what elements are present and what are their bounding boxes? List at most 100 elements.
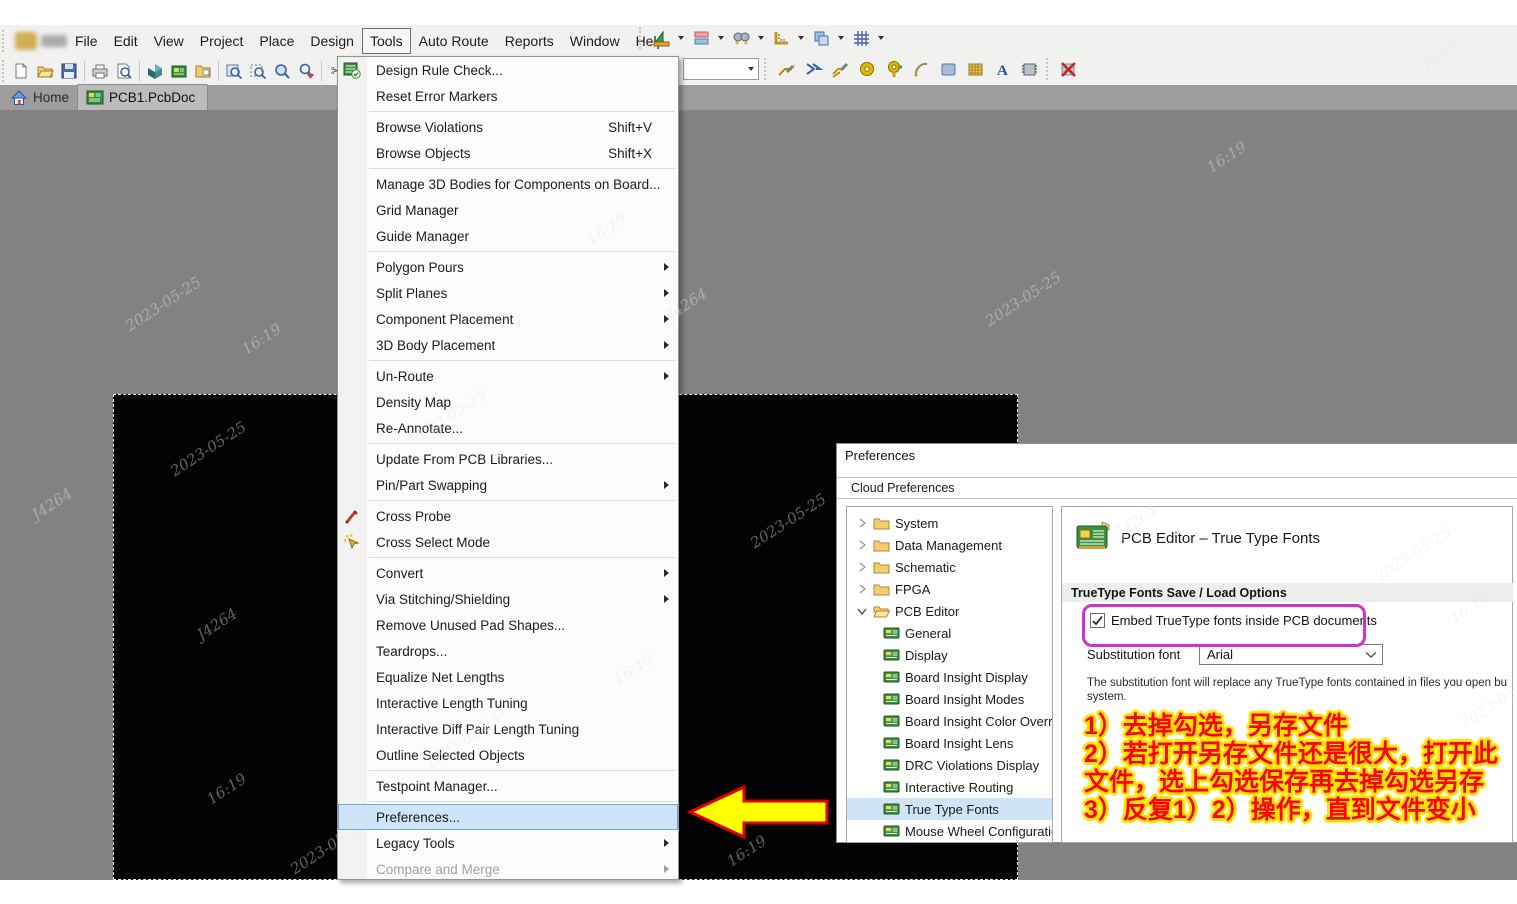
place-polygon-icon[interactable] bbox=[963, 58, 987, 80]
tree-item-general[interactable]: General bbox=[847, 622, 1053, 644]
union-tool-icon[interactable] bbox=[809, 27, 833, 49]
tree-item-mouse-wheel-configuration[interactable]: Mouse Wheel Configuration bbox=[847, 820, 1053, 842]
dimension-tool-icon[interactable] bbox=[769, 27, 793, 49]
place-pad-icon[interactable] bbox=[855, 58, 879, 80]
tree-item-fpga[interactable]: FPGA bbox=[847, 578, 1052, 600]
menu-item-update-from-pcb-libraries[interactable]: Update From PCB Libraries... bbox=[338, 446, 678, 472]
union-dropdown-caret[interactable] bbox=[838, 36, 844, 40]
menu-item-reset-error-markers[interactable]: Reset Error Markers bbox=[338, 83, 678, 109]
grid-dropdown-caret[interactable] bbox=[878, 36, 884, 40]
tree-item-interactive-routing[interactable]: Interactive Routing bbox=[847, 776, 1053, 798]
menu-item-cross-probe[interactable]: Cross Probe bbox=[338, 503, 678, 529]
grid-tool-icon[interactable] bbox=[849, 27, 873, 49]
pcb-board-icon[interactable] bbox=[167, 60, 191, 82]
diff-pair-routing-icon[interactable] bbox=[801, 58, 825, 80]
cloud-preferences-bar[interactable]: Cloud Preferences bbox=[837, 477, 1517, 499]
collapsed-chevron-icon[interactable] bbox=[855, 560, 869, 574]
save-icon[interactable] bbox=[57, 60, 81, 82]
place-fill-icon[interactable] bbox=[936, 58, 960, 80]
menu-item-legacy-tools[interactable]: Legacy Tools bbox=[338, 830, 678, 856]
print-preview-icon[interactable] bbox=[112, 60, 136, 82]
menu-file[interactable]: File bbox=[67, 28, 106, 54]
tree-item-display[interactable]: Display bbox=[847, 644, 1053, 666]
tree-item-schematic[interactable]: Schematic bbox=[847, 556, 1052, 578]
multi-routing-icon[interactable] bbox=[828, 58, 852, 80]
menu-item-3d-body-placement[interactable]: 3D Body Placement bbox=[338, 332, 678, 358]
tree-item-data-management[interactable]: Data Management bbox=[847, 534, 1052, 556]
menu-item-density-map[interactable]: Density Map bbox=[338, 389, 678, 415]
tree-item-system[interactable]: System bbox=[847, 512, 1052, 534]
menu-item-manage-3d-bodies[interactable]: Manage 3D Bodies for Components on Board… bbox=[338, 171, 678, 197]
tree-item-board-insight-modes[interactable]: Board Insight Modes bbox=[847, 688, 1053, 710]
menu-item-grid-manager[interactable]: Grid Manager bbox=[338, 197, 678, 223]
place-string-icon[interactable]: A bbox=[990, 58, 1014, 80]
menu-item-re-annotate[interactable]: Re-Annotate... bbox=[338, 415, 678, 441]
measure-dropdown-caret[interactable] bbox=[678, 36, 684, 40]
menu-item-outline-selected-objects[interactable]: Outline Selected Objects bbox=[338, 742, 678, 768]
menu-tools[interactable]: Tools bbox=[362, 28, 411, 54]
expanded-chevron-icon[interactable] bbox=[855, 604, 869, 618]
menu-item-design-rule-check[interactable]: Design Rule Check... bbox=[338, 57, 678, 83]
net-filter-combobox[interactable] bbox=[683, 58, 759, 80]
open-document-icon[interactable] bbox=[33, 60, 57, 82]
new-document-icon[interactable] bbox=[9, 60, 33, 82]
tree-item-board-insight-display[interactable]: Board Insight Display bbox=[847, 666, 1053, 688]
zoom-document-icon[interactable] bbox=[222, 60, 246, 82]
find-similar-icon[interactable] bbox=[729, 27, 753, 49]
menu-item-pin-part-swapping[interactable]: Pin/Part Swapping bbox=[338, 472, 678, 498]
zoom-area-icon[interactable] bbox=[246, 60, 270, 82]
tree-item-board-insight-color-overrides[interactable]: Board Insight Color Overrides bbox=[847, 710, 1053, 732]
menu-item-interactive-diff-pair-length-tuning[interactable]: Interactive Diff Pair Length Tuning bbox=[338, 716, 678, 742]
menu-item-guide-manager[interactable]: Guide Manager bbox=[338, 223, 678, 249]
menu-item-via-stitching[interactable]: Via Stitching/Shielding bbox=[338, 586, 678, 612]
menu-item-teardrops[interactable]: Teardrops... bbox=[338, 638, 678, 664]
menu-item-preferences[interactable]: Preferences... bbox=[338, 804, 678, 830]
zoom-selected-icon[interactable] bbox=[270, 60, 294, 82]
plane-dropdown-caret[interactable] bbox=[718, 36, 724, 40]
menu-item-browse-violations[interactable]: Browse ViolationsShift+V bbox=[338, 114, 678, 140]
substitution-font-select[interactable]: Arial bbox=[1199, 644, 1383, 665]
place-component-icon[interactable] bbox=[1017, 58, 1041, 80]
place-arc-icon[interactable] bbox=[909, 58, 933, 80]
menu-auto-route[interactable]: Auto Route bbox=[411, 28, 497, 54]
find-dropdown-caret[interactable] bbox=[758, 36, 764, 40]
place-via-icon[interactable] bbox=[882, 58, 906, 80]
tab-pcb1-pcbdoc[interactable]: PCB1.PcbDoc bbox=[77, 84, 208, 110]
collapsed-chevron-icon[interactable] bbox=[855, 516, 869, 530]
menu-item-testpoint-manager[interactable]: Testpoint Manager... bbox=[338, 773, 678, 799]
interactive-routing-icon[interactable] bbox=[774, 58, 798, 80]
plane-tool-icon[interactable] bbox=[689, 27, 713, 49]
menu-item-remove-unused-pad-shapes[interactable]: Remove Unused Pad Shapes... bbox=[338, 612, 678, 638]
menu-reports[interactable]: Reports bbox=[497, 28, 562, 54]
menu-item-convert[interactable]: Convert bbox=[338, 560, 678, 586]
menu-item-polygon-pours[interactable]: Polygon Pours bbox=[338, 254, 678, 280]
menu-design[interactable]: Design bbox=[302, 28, 362, 54]
menu-place[interactable]: Place bbox=[251, 28, 302, 54]
tab-home[interactable]: Home bbox=[0, 89, 77, 110]
menu-item-component-placement[interactable]: Component Placement bbox=[338, 306, 678, 332]
collapsed-chevron-icon[interactable] bbox=[855, 582, 869, 596]
menu-edit[interactable]: Edit bbox=[106, 28, 146, 54]
menu-project[interactable]: Project bbox=[192, 28, 252, 54]
collapsed-chevron-icon[interactable] bbox=[855, 538, 869, 552]
menu-item-browse-objects[interactable]: Browse ObjectsShift+X bbox=[338, 140, 678, 166]
tree-item-pcb-editor[interactable]: PCB Editor bbox=[847, 600, 1052, 622]
menu-item-interactive-length-tuning[interactable]: Interactive Length Tuning bbox=[338, 690, 678, 716]
tree-item-board-insight-lens[interactable]: Board Insight Lens bbox=[847, 732, 1053, 754]
tree-item-true-type-fonts[interactable]: True Type Fonts bbox=[847, 798, 1053, 820]
menu-view[interactable]: View bbox=[146, 28, 192, 54]
menu-item-un-route[interactable]: Un-Route bbox=[338, 363, 678, 389]
dimension-dropdown-caret[interactable] bbox=[798, 36, 804, 40]
print-icon[interactable] bbox=[88, 60, 112, 82]
menu-item-equalize-net-lengths[interactable]: Equalize Net Lengths bbox=[338, 664, 678, 690]
menu-window[interactable]: Window bbox=[562, 28, 628, 54]
library-icon[interactable] bbox=[191, 60, 215, 82]
combobox-caret[interactable] bbox=[748, 67, 754, 71]
violations-icon[interactable] bbox=[1056, 58, 1080, 80]
menu-item-split-planes[interactable]: Split Planes bbox=[338, 280, 678, 306]
menu-item-cross-select-mode[interactable]: Cross Select Mode bbox=[338, 529, 678, 555]
tree-item-drc-violations-display[interactable]: DRC Violations Display bbox=[847, 754, 1053, 776]
measure-tool-icon[interactable] bbox=[649, 27, 673, 49]
zoom-filter-icon[interactable] bbox=[294, 60, 318, 82]
view-3d-icon[interactable] bbox=[143, 60, 167, 82]
